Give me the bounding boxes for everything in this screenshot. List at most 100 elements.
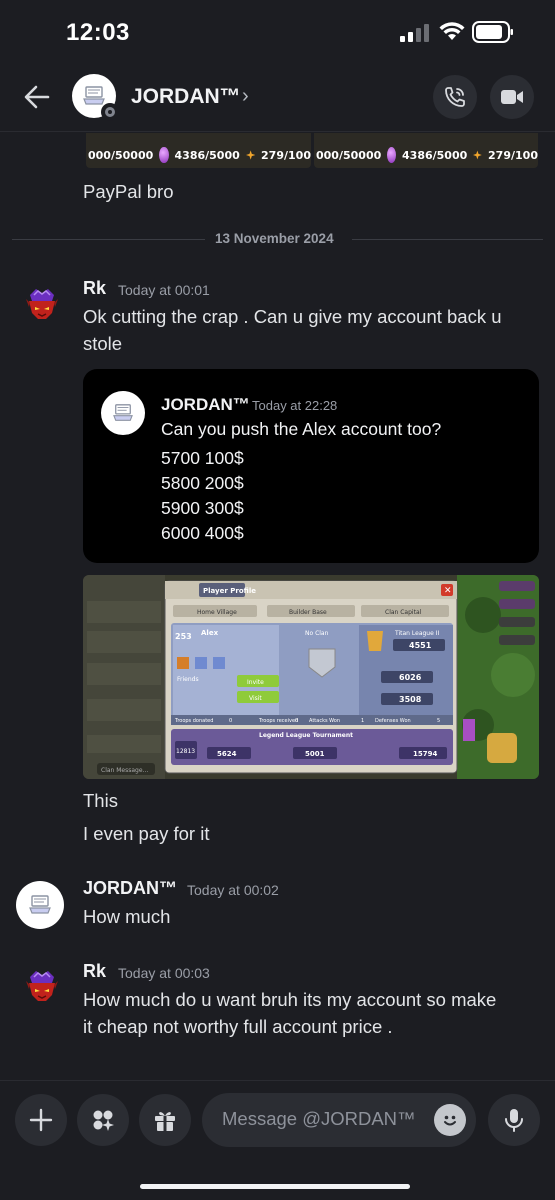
elixir-count: 000/50000 — [88, 148, 154, 162]
message-timestamp: Today at 00:01 — [118, 282, 210, 298]
best-season-trophies: 5624 — [217, 750, 237, 758]
best-trophies: 6026 — [399, 673, 422, 682]
tournament-title: Legend League Tournament — [259, 732, 353, 739]
profile-title: Player Profile — [203, 587, 256, 595]
status-bar: 12:03 — [0, 0, 555, 66]
message-text: I even pay for it — [83, 823, 210, 844]
voice-call-button[interactable] — [433, 75, 477, 119]
legend-trophies: 15794 — [413, 750, 437, 758]
back-button[interactable] — [20, 80, 54, 114]
emoji-button[interactable] — [434, 1104, 466, 1136]
elixir-count: 000/50000 — [316, 148, 382, 162]
message-text: This — [83, 790, 118, 811]
demon-avatar-icon — [26, 971, 58, 1001]
image-attachment-left[interactable]: 000/50000 4386/5000 279/100 — [86, 133, 311, 168]
typewriter-logo-icon — [29, 895, 51, 914]
stat-label: Troops received — [258, 718, 298, 724]
quoted-message-image[interactable]: JORDAN™ Today at 22:28 Can you push the … — [83, 369, 539, 563]
phone-icon — [445, 87, 465, 107]
message-author[interactable]: Rk — [83, 961, 106, 982]
typewriter-logo-icon — [113, 404, 133, 421]
divider-line — [352, 239, 543, 240]
embed-line: 6000 400$ — [161, 523, 244, 543]
message-text: PayPal bro — [83, 181, 174, 202]
battery-icon — [472, 21, 513, 43]
chevron-right-icon[interactable]: › — [242, 85, 249, 108]
voice-message-button[interactable] — [488, 1094, 540, 1146]
chat-header: JORDAN™ › — [0, 66, 555, 132]
cellular-signal-icon — [400, 24, 429, 42]
smiley-icon — [444, 1115, 456, 1126]
message-author[interactable]: Rk — [83, 278, 106, 299]
contact-avatar[interactable] — [72, 74, 119, 121]
user-avatar-rk[interactable] — [18, 281, 66, 329]
message-input[interactable]: Message @JORDAN™ — [202, 1093, 476, 1147]
svg-text:✕: ✕ — [444, 586, 452, 596]
offline-status-indicator — [101, 103, 119, 121]
gift-button[interactable] — [139, 1094, 191, 1146]
player-level: 253 — [175, 632, 192, 641]
message-timestamp: Today at 00:02 — [187, 882, 279, 898]
embed-line: 5900 300$ — [161, 498, 244, 518]
embed-avatar — [101, 391, 145, 435]
stat-value: 0 — [229, 718, 232, 724]
war-stars: 3508 — [399, 695, 422, 704]
contact-name[interactable]: JORDAN™ — [131, 85, 241, 109]
friends-label: Friends — [177, 676, 199, 683]
message-composer: Message @JORDAN™ — [0, 1080, 555, 1200]
image-attachment-right[interactable]: 000/50000 4386/5000 279/100 — [314, 133, 538, 168]
embed-line: 5700 100$ — [161, 448, 244, 468]
clan-label: No Clan — [305, 630, 329, 637]
date-divider: 13 November 2024 — [215, 231, 334, 246]
plus-icon — [29, 1108, 53, 1132]
user-avatar-rk[interactable] — [18, 963, 66, 1011]
stat-label: Defenses Won — [375, 718, 411, 724]
tab-builder-base: Builder Base — [289, 609, 327, 616]
stat-value: 5 — [437, 718, 440, 724]
message-text: Ok cutting the crap . Can u give my acco… — [83, 306, 502, 327]
visit-button: Visit — [249, 695, 262, 702]
stat-value: 0 — [295, 718, 298, 724]
tab-clan-capital: Clan Capital — [385, 609, 422, 616]
message-author[interactable]: JORDAN™ — [83, 878, 177, 899]
apps-button[interactable] — [77, 1094, 129, 1146]
game-profile-picture: Clan Message... Player Profile ✕ Home Vi… — [83, 575, 539, 779]
gift-icon — [155, 1112, 175, 1131]
stat-value: 1 — [361, 718, 364, 724]
stat-label: Attacks Won — [309, 718, 340, 724]
user-avatar-jordan[interactable] — [16, 881, 64, 929]
stat-label: Troops donated — [174, 718, 213, 724]
embed-line: 5800 200$ — [161, 473, 244, 493]
gem-icon — [387, 147, 397, 163]
embed-line: Can you push the Alex account too? — [161, 419, 442, 439]
message-timestamp: Today at 00:03 — [118, 965, 210, 981]
tab-home-village: Home Village — [197, 609, 237, 616]
arrow-left-icon — [24, 85, 50, 109]
trophy-count: 279/100 — [261, 148, 311, 162]
current-trophies: 4551 — [409, 641, 432, 650]
player-name: Alex — [201, 629, 219, 637]
previous-season-trophies: 5001 — [305, 750, 325, 758]
league-name: Titan League II — [394, 630, 439, 637]
demon-avatar-icon — [26, 289, 58, 319]
gem-icon — [159, 147, 169, 163]
game-profile-screenshot[interactable]: Clan Message... Player Profile ✕ Home Vi… — [83, 575, 539, 779]
trophy-star-icon — [473, 150, 483, 160]
home-indicator — [140, 1184, 410, 1189]
embed-timestamp: Today at 22:28 — [252, 398, 338, 413]
add-attachment-button[interactable] — [15, 1094, 67, 1146]
trophy-count: 279/100 — [488, 148, 538, 162]
gem-count: 4386/5000 — [174, 148, 240, 162]
message-text: it cheap not worthy full account price . — [83, 1016, 393, 1037]
message-text: How much do u want bruh its my account s… — [83, 989, 497, 1010]
embed-author: JORDAN™ — [161, 395, 250, 414]
wifi-icon — [439, 22, 465, 40]
invite-button: Invite — [247, 679, 264, 686]
video-camera-icon — [501, 90, 523, 104]
divider-line — [12, 239, 205, 240]
trophy-star-icon — [245, 150, 256, 160]
message-input-placeholder: Message @JORDAN™ — [222, 1108, 416, 1129]
microphone-icon — [505, 1109, 523, 1132]
message-text: How much — [83, 906, 171, 927]
video-call-button[interactable] — [490, 75, 534, 119]
